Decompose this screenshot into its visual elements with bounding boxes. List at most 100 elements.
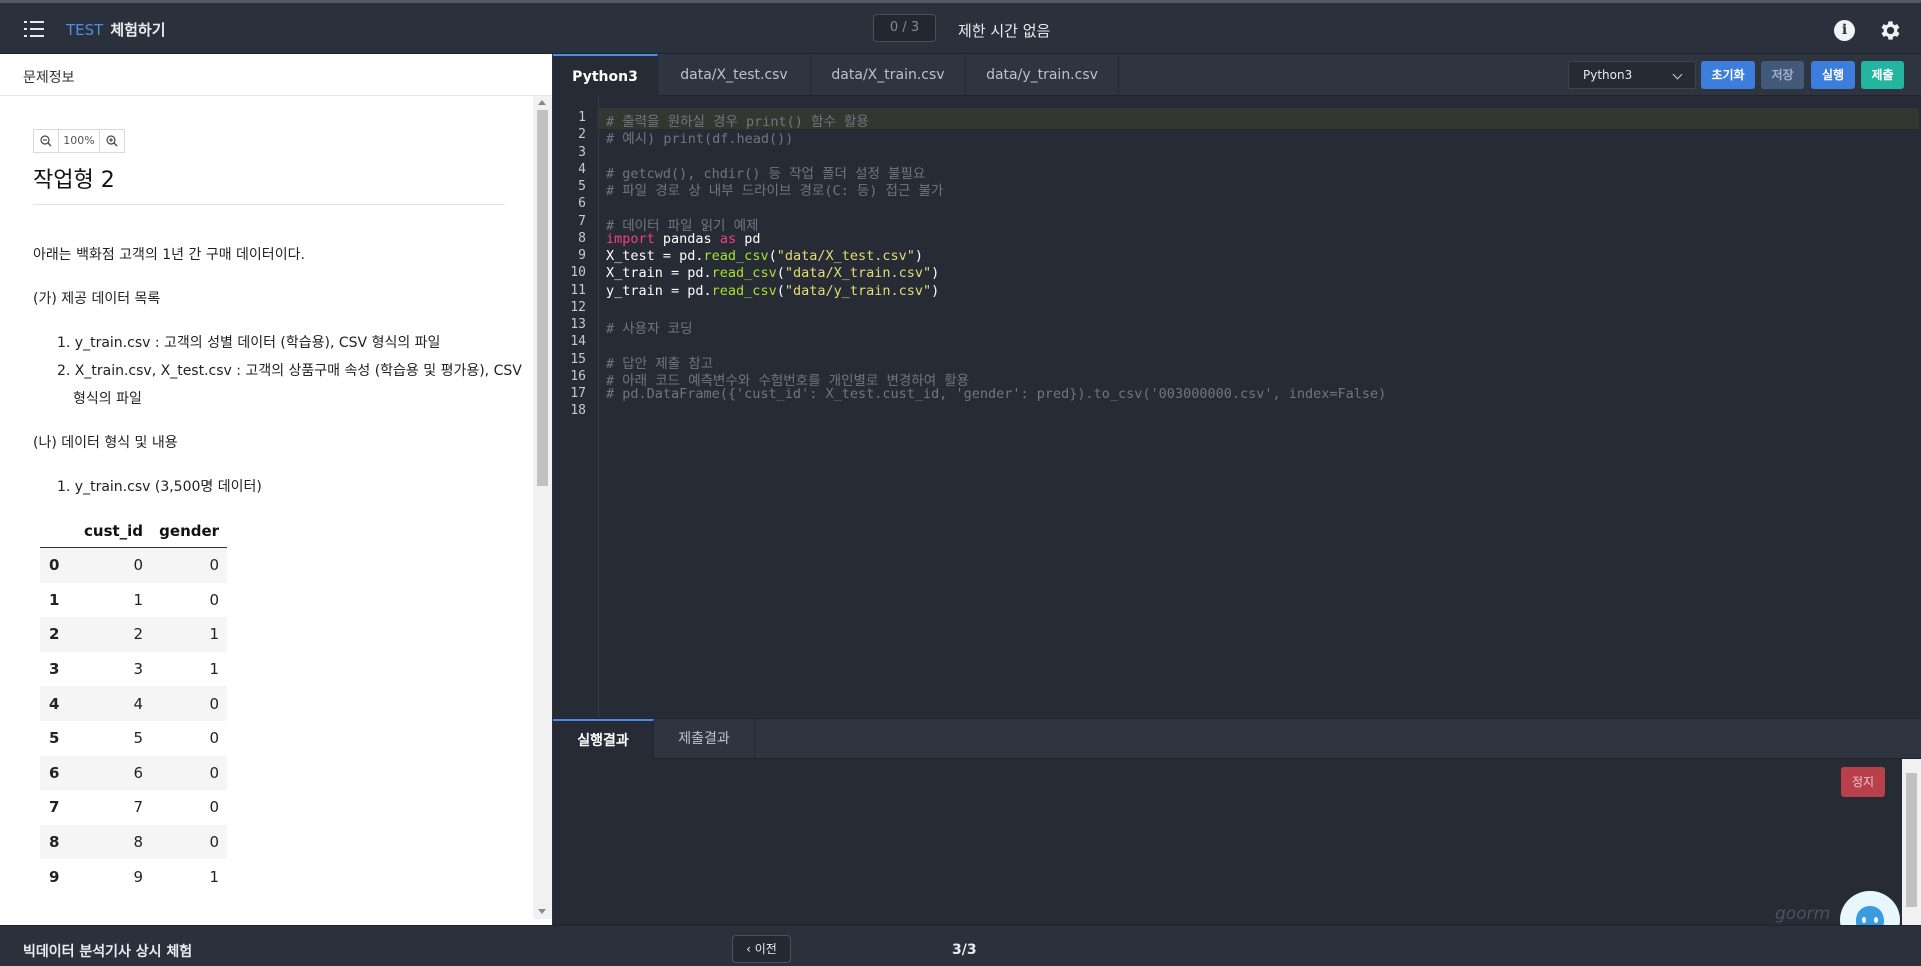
table-row: 0 0 0 [40,547,228,583]
chevron-left-icon: ‹ [746,942,755,956]
scrollbar-thumb[interactable] [1906,773,1917,907]
reset-button[interactable]: 초기화 [1701,61,1755,89]
table-row: 2 2 1 [40,617,228,652]
save-button[interactable]: 저장 [1761,61,1804,89]
tab-run-result[interactable]: 실행결과 [553,719,654,759]
prev-label: 이전 [754,942,777,956]
table-cell: 9 [133,867,144,886]
section-b-heading: (나) 데이터 형식 및 내용 [33,435,178,451]
problem-title: 작업형 2 [33,168,115,193]
zoom-control: 100% [33,129,125,153]
table-cell: 0 [133,556,144,575]
line-number: 2 [578,127,586,143]
line-number: 11 [570,282,586,298]
time-limit-label: 제한 시간 없음 [958,22,1051,40]
row-index: 2 [49,625,60,644]
results-scrollbar[interactable] [1902,759,1921,926]
stop-button[interactable]: 정지 [1841,767,1885,797]
bottom-bar: 빅데이터 분석기사 상시 체험 ‹ 이전 3/3 [0,925,1921,966]
problem-intro: 아래는 백화점 고객의 1년 간 구매 데이터이다. [33,247,305,263]
submit-button[interactable]: 제출 [1861,61,1904,89]
tab-x-test-csv[interactable]: data/X_test.csv [658,54,811,96]
tab-y-train-csv[interactable]: data/y_train.csv [966,54,1119,96]
code-line: X_test = pd.read_csv("data/X_test.csv") [606,248,924,264]
goorm-watermark: goorm [1775,904,1831,924]
prev-button[interactable]: ‹ 이전 [732,935,791,963]
table-cell: 6 [133,763,144,782]
table-row: 6 6 0 [40,755,228,791]
table-header-row: cust_id gender [40,515,228,548]
table-cell: 1 [209,867,220,886]
zoom-level: 100% [58,130,100,152]
info-icon[interactable]: i [1834,20,1855,41]
code-line: # 사용자 코딩 [606,321,693,337]
line-number: 8 [578,230,586,246]
problem-panel: 문제정보 100% 작업형 2 아래는 백화점 고객의 1년 간 구매 데이터이… [0,54,552,925]
table-cell: 0 [209,798,220,817]
results-tab-bar: 실행결과 제출결과 [553,719,1921,759]
list-item: 2. X_train.csv, X_test.csv : 고객의 상품구매 속성… [57,363,522,379]
exam-title: 빅데이터 분석기사 상시 체험 [23,944,193,960]
table-cell: 0 [209,556,220,575]
line-number: 7 [578,213,586,229]
line-number: 14 [570,334,586,350]
line-number: 12 [570,299,586,315]
hamburger-menu-icon[interactable] [24,20,46,38]
section-a-heading: (가) 제공 데이터 목록 [33,291,161,307]
tab-submit-result[interactable]: 제출결과 [654,719,755,759]
row-index: 1 [49,590,60,609]
table-cell: 2 [133,625,144,644]
table-cell: 5 [133,729,144,748]
table-cell: 8 [133,833,144,852]
code-line: # 예시) print(df.head()) [606,131,794,148]
line-number: 4 [578,161,586,177]
line-number: 18 [570,403,586,419]
y-train-preview-table: cust_id gender 0001102213314405506607708… [40,515,228,894]
table-row: 5 5 0 [40,721,227,756]
brand-label: TEST [66,21,104,39]
table-cell: 1 [133,590,144,609]
page-indicator: 3/3 [952,942,977,958]
run-button[interactable]: 실행 [1811,61,1855,89]
zoom-out-icon[interactable] [34,130,58,152]
table-row: 7 7 0 [40,790,227,825]
table-row: 4 4 0 [40,686,228,721]
code-line: # 파일 경로 상 내부 드라이브 경로(C: 등) 접근 불가 [606,183,944,199]
row-index: 5 [49,729,60,748]
line-number: 3 [578,144,586,160]
table-cell: 1 [209,625,220,644]
table-row: 1 1 0 [40,583,227,618]
row-index: 0 [49,556,60,575]
line-number: 17 [570,386,586,401]
top-bar: TEST 체험하기 0 / 3 제한 시간 없음 i [0,0,1921,54]
language-select[interactable]: Python3 [1568,61,1696,89]
row-index: 6 [49,763,60,782]
table-cell: 3 [133,660,144,679]
row-index: 8 [49,833,60,852]
results-panel: 실행결과 제출결과 정지 goorm [553,718,1921,949]
code-line: # pd.DataFrame({'cust_id': X_test.cust_i… [606,386,1387,402]
table-cell: 0 [209,590,220,609]
line-number: 5 [578,179,586,194]
table-row: 9 9 1 [40,859,227,894]
problem-scrollbar[interactable] [533,96,552,919]
code-line: X_train = pd.read_csv("data/X_train.csv"… [606,265,940,282]
line-number: 10 [570,265,586,281]
mode-label: 체험하기 [110,21,166,39]
list-item-continued: 형식의 파일 [73,391,142,407]
line-number-gutter: 1 2 3 4 5 6 7 8 9 10 11 12 13 14 15 16 17 18 [553,96,599,717]
scrollbar-thumb[interactable] [537,110,548,486]
tab-python3[interactable]: Python3 [553,54,658,96]
line-number: 9 [578,248,586,263]
tab-x-train-csv[interactable]: data/X_train.csv [811,54,966,96]
zoom-in-icon[interactable] [100,130,124,152]
line-number: 6 [578,196,586,212]
code-text-area[interactable]: # 출력을 원하실 경우 print() 함수 활용 # 예시) print(df… [599,96,1921,717]
chevron-down-icon [1672,69,1683,80]
row-index: 7 [49,798,60,817]
code-editor-area: Python3 data/X_test.csv data/X_train.csv… [553,54,1921,717]
row-index: 3 [49,660,60,679]
gear-icon[interactable] [1878,18,1903,43]
table-cell: 4 [133,694,144,713]
code-line: y_train = pd.read_csv("data/y_train.csv"… [606,282,940,299]
